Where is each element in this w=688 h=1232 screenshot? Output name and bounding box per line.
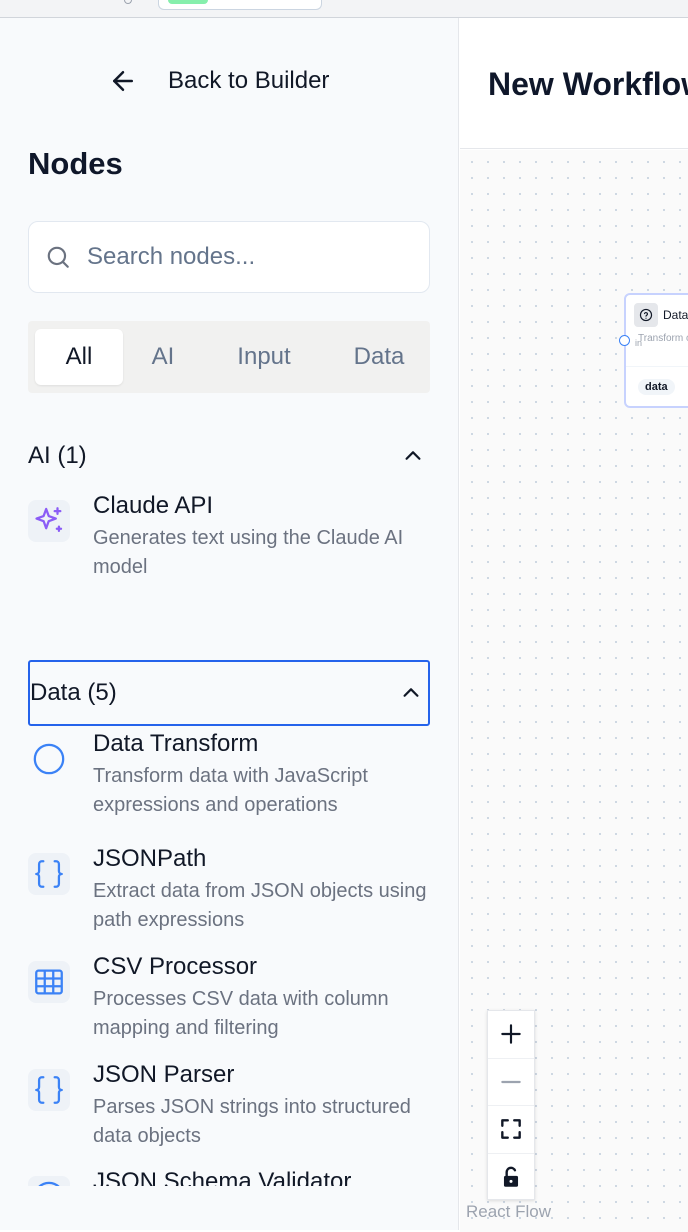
flow-node-divider [626,366,688,367]
flow-node-tag: data [638,379,675,395]
flow-node-data-transform[interactable]: in Data Transform operations data [619,293,688,408]
zoom-out-icon [501,1080,521,1083]
search-box [28,221,430,293]
fit-view-icon [501,1119,521,1140]
zoom-in-icon [501,1024,521,1044]
node-description: Processes CSV data with column mapping a… [93,988,389,1039]
tab-input[interactable]: Input [216,329,312,385]
arrow-left-icon [113,71,133,91]
search-input[interactable] [87,243,407,271]
lock-button[interactable] [488,1154,534,1202]
fit-view-button[interactable] [488,1106,534,1154]
braces-icon [28,1069,70,1111]
browser-tab-edge [124,0,132,4]
tab-data[interactable]: Data [338,329,420,385]
tab-ai[interactable]: AI [132,329,194,385]
flow-node-description: Transform operations [638,333,688,344]
node-name: JSON Parser [93,1061,235,1088]
zoom-in-button[interactable] [488,1011,534,1059]
category-tabs: All AI Input Data [28,321,430,393]
canvas-controls [487,1010,535,1200]
back-to-builder-label: Back to Builder [168,67,330,94]
input-handle[interactable] [619,335,630,346]
braces-icon [28,853,70,895]
browser-tab-indicator [168,0,208,4]
node-description: Generates text using the Claude AI model [93,527,404,578]
node-name: CSV Processor [93,953,258,980]
node-name: Claude API [93,492,214,519]
react-flow-attribution[interactable]: React Flow [466,1202,551,1222]
zoom-out-button[interactable] [488,1059,534,1106]
circle-icon [28,738,70,780]
tab-all[interactable]: All [35,329,123,385]
list-scroll-edge [0,1186,458,1230]
search-icon [47,246,69,268]
sidebar-title: Nodes [28,146,123,181]
node-item-claude-api[interactable]: Claude API Generates text using the Clau… [28,492,438,582]
group-label-ai: AI (1) [28,442,87,469]
node-name: Data Transform [93,730,259,757]
node-description: Extract data from JSON objects using pat… [93,880,427,931]
lock-icon [503,1166,519,1187]
table-icon [28,961,70,1003]
node-item-data-transform[interactable]: Data Transform Transform data with JavaS… [28,730,438,820]
browser-top-strip [0,0,688,18]
group-header-data[interactable]: Data (5) [28,660,430,726]
node-description: Transform data with JavaScript expressio… [93,765,368,816]
workflow-title[interactable]: New Workflow [488,66,688,103]
question-circle-icon [634,303,658,327]
workflow-header: New Workflow [460,18,688,149]
chevron-up-icon [405,451,421,460]
sparkles-icon [28,500,70,542]
group-label-data: Data (5) [30,679,117,706]
chevron-up-icon [403,688,419,697]
node-item-jsonpath[interactable]: JSONPath Extract data from JSON objects … [28,845,438,935]
node-name: JSONPath [93,845,207,872]
group-header-ai[interactable]: AI (1) [28,423,430,489]
node-description: Parses JSON strings into structured data… [93,1096,411,1147]
node-item-csv-processor[interactable]: CSV Processor Processes CSV data with co… [28,953,438,1043]
node-palette-sidebar: Back to Builder Nodes All AI Input Data … [0,18,459,1230]
back-to-builder-button[interactable]: Back to Builder [108,64,329,98]
flow-node-title: Data [663,308,688,322]
node-item-json-parser[interactable]: JSON Parser Parses JSON strings into str… [28,1061,438,1151]
